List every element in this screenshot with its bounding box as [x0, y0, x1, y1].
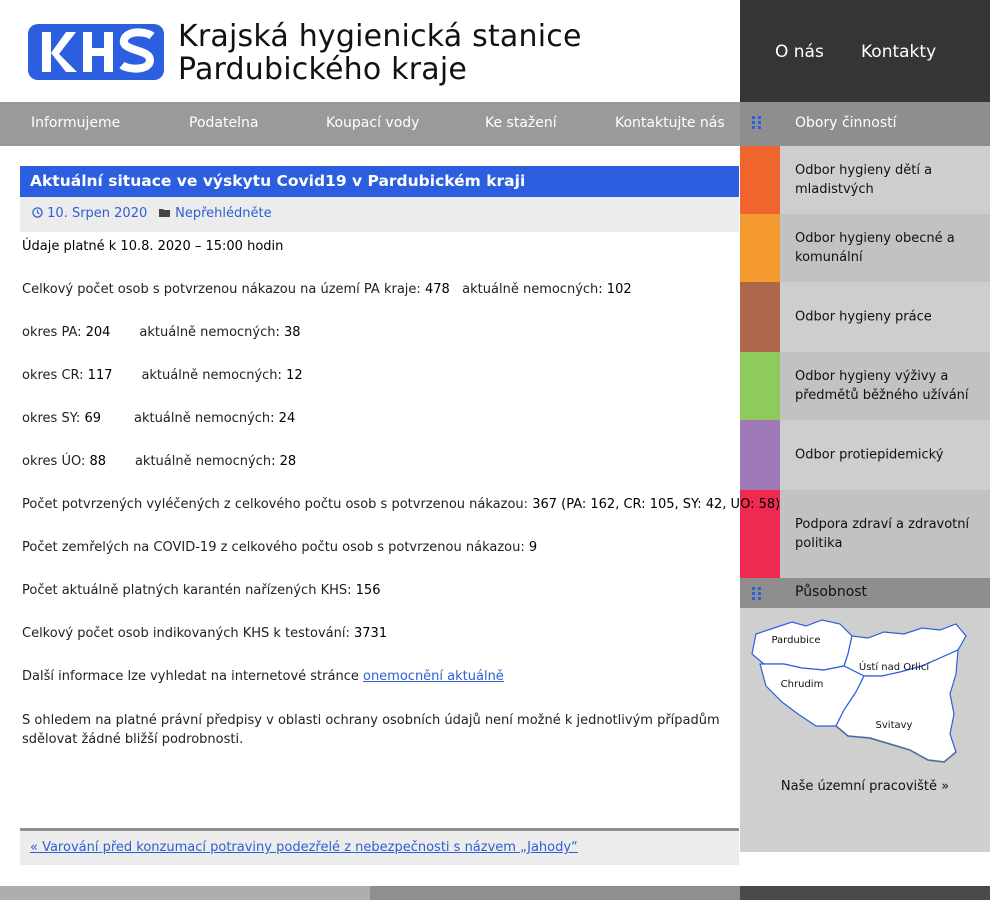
site-title-line1: Krajská hygienická stanice [178, 19, 582, 54]
grip-icon [752, 116, 761, 129]
category-hygiene-general[interactable]: Odbor hygieny obecné a komunální [740, 214, 990, 282]
district-line: okres CR: 117 aktuálně nemocných: 12 [22, 368, 303, 383]
grip-icon [752, 587, 761, 600]
total-cases-line: Celkový počet osob s potvrzenou nákazou … [22, 282, 632, 297]
sick-label: aktuálně nemocných [139, 325, 276, 340]
category-color-bar [740, 214, 780, 282]
deaths-label: Počet zemřelých na COVID-19 z celkového … [22, 540, 529, 555]
top-navigation: O nás Kontakty [740, 0, 990, 102]
district-sick-value: 28 [279, 454, 297, 469]
category-epidemiology[interactable]: Odbor protiepidemický [740, 420, 990, 490]
district-value: 204 [85, 325, 111, 340]
recovered-value: 367 (PA: 162, CR: 105, SY: 42, UO: 58) [532, 497, 781, 512]
privacy-note: S ohledem na platné právní předpisy v ob… [22, 713, 720, 747]
sick-label: aktuálně nemocných [462, 282, 599, 297]
quarantine-label: Počet aktuálně platných karantén nařízen… [22, 583, 356, 598]
deaths-value: 9 [528, 540, 538, 555]
total-cases-value: 478 [424, 282, 450, 297]
activities-heading: Obory činností [795, 115, 897, 131]
map-region-svitavy[interactable]: Svitavy [876, 720, 913, 731]
district-value: 88 [89, 454, 107, 469]
category-label: Odbor hygieny práce [795, 309, 932, 325]
article-category-text: Nepřehlédněte [175, 206, 272, 221]
article-category-link[interactable]: Nepřehlédněte [159, 206, 272, 221]
region-map[interactable]: Pardubice Ústí nad Orlicí Chrudim Svitav… [744, 614, 976, 774]
activities-heading-bar: Obory činností [740, 102, 990, 146]
regional-offices-link[interactable]: Naše územní pracoviště » [740, 779, 990, 794]
quarantine-value: 156 [355, 583, 381, 598]
site-header: Krajská hygienická stanice Pardubického … [0, 0, 740, 102]
footer-strip-middle [370, 886, 740, 900]
scope-heading: Působnost [795, 584, 868, 600]
district-line: okres ÚO: 88 aktuálně nemocných: 28 [22, 454, 297, 469]
category-color-bar [740, 352, 780, 420]
menu-item-informujeme[interactable]: Informujeme [31, 115, 120, 131]
category-color-bar [740, 282, 780, 352]
category-label: Odbor protiepidemický [795, 447, 944, 463]
article-meta: 10. Srpen 2020 Nepřehlédněte [20, 197, 739, 232]
map-region-usti[interactable]: Ústí nad Orlicí [859, 660, 930, 673]
district-line: okres SY: 69 aktuálně nemocných: 24 [22, 411, 296, 426]
article-title-bar: Aktuální situace ve výskytu Covid19 v Pa… [20, 166, 739, 197]
menu-item-koupaci-vody[interactable]: Koupací vody [326, 115, 419, 131]
map-region-chrudim[interactable]: Chrudim [781, 679, 824, 690]
previous-post-link[interactable]: « Varování před konzumací potraviny pode… [30, 840, 578, 855]
menu-item-kontaktujte-nas[interactable]: Kontaktujte nás [615, 115, 725, 131]
deaths-line: Počet zemřelých na COVID-19 z celkového … [22, 540, 537, 555]
valid-date-text: Údaje platné k 10.8. 2020 – 15:00 hodin [22, 239, 284, 254]
menu-item-ke-stazeni[interactable]: Ke stažení [485, 115, 557, 131]
district-label: okres CR: [22, 368, 88, 383]
district-line: okres PA: 204 aktuálně nemocných: 38 [22, 325, 301, 340]
category-hygiene-nutrition[interactable]: Odbor hygieny výživy a předmětů běžného … [740, 352, 990, 420]
nav-about-link[interactable]: O nás [775, 42, 824, 62]
recovered-label: Počet potvrzených vyléčených z celkového… [22, 497, 533, 512]
district-sick-value: 38 [284, 325, 301, 340]
sick-label: aktuálně nemocných [134, 454, 272, 469]
district-label: okres SY: [22, 411, 85, 426]
category-color-bar [740, 420, 780, 490]
tested-line: Celkový počet osob indikovaných KHS k te… [22, 626, 387, 641]
category-label: Odbor hygieny obecné a komunální [795, 231, 955, 265]
khs-logo[interactable] [28, 24, 164, 80]
district-value: 69 [84, 411, 101, 426]
folder-icon [159, 209, 170, 217]
footer-strip-left [0, 886, 370, 900]
sick-label: aktuálně nemocných [134, 411, 271, 426]
site-title-line2: Pardubického kraje [178, 52, 468, 87]
article-date-text: 10. Srpen 2020 [47, 206, 148, 221]
footer-strip-right [740, 886, 990, 900]
total-sick-value: 102 [606, 282, 632, 297]
category-hygiene-work[interactable]: Odbor hygieny práce [740, 282, 990, 352]
quarantine-line: Počet aktuálně platných karantén nařízen… [22, 583, 380, 598]
scope-heading-bar: Působnost [740, 578, 990, 608]
district-value: 117 [87, 368, 113, 383]
clock-icon [32, 207, 43, 218]
article-title[interactable]: Aktuální situace ve výskytu Covid19 v Pa… [30, 172, 525, 190]
total-cases-label: Celkový počet osob s potvrzenou nákazou … [22, 282, 425, 297]
post-navigation: « Varování před konzumací potraviny pode… [20, 828, 739, 865]
district-sick-value: 12 [286, 368, 303, 383]
category-label: Podpora zdraví a zdravotní politika [795, 517, 970, 551]
category-color-bar [740, 146, 780, 214]
district-label: okres PA: [22, 325, 86, 340]
category-hygiene-children[interactable]: Odbor hygieny dětí a mladistvých [740, 146, 990, 214]
district-label: okres ÚO: [22, 454, 90, 469]
map-region-pardubice[interactable]: Pardubice [771, 635, 820, 646]
category-label: Odbor hygieny výživy a předmětů běžného … [795, 369, 969, 403]
nav-contacts-link[interactable]: Kontakty [861, 42, 936, 62]
recovered-line: Počet potvrzených vyléčených z celkového… [22, 497, 780, 512]
sick-label: aktuálně nemocných [141, 368, 278, 383]
category-label: Odbor hygieny dětí a mladistvých [795, 163, 933, 197]
more-info-link[interactable]: onemocnění aktuálně [363, 669, 504, 684]
tested-label: Celkový počet osob indikovaných KHS k te… [22, 626, 355, 641]
site-title[interactable]: Krajská hygienická stanice Pardubického … [178, 20, 582, 86]
main-menu: Informujeme Podatelna Koupací vody Ke st… [0, 102, 740, 146]
more-info-label: Další informace lze vyhledat na internet… [22, 669, 363, 684]
district-sick-value: 24 [278, 411, 296, 426]
menu-item-podatelna[interactable]: Podatelna [189, 115, 258, 131]
more-info-line: Další informace lze vyhledat na internet… [22, 669, 504, 684]
article-date[interactable]: 10. Srpen 2020 [32, 206, 147, 221]
tested-value: 3731 [354, 626, 388, 641]
region-map-panel: Pardubice Ústí nad Orlicí Chrudim Svitav… [740, 608, 990, 852]
